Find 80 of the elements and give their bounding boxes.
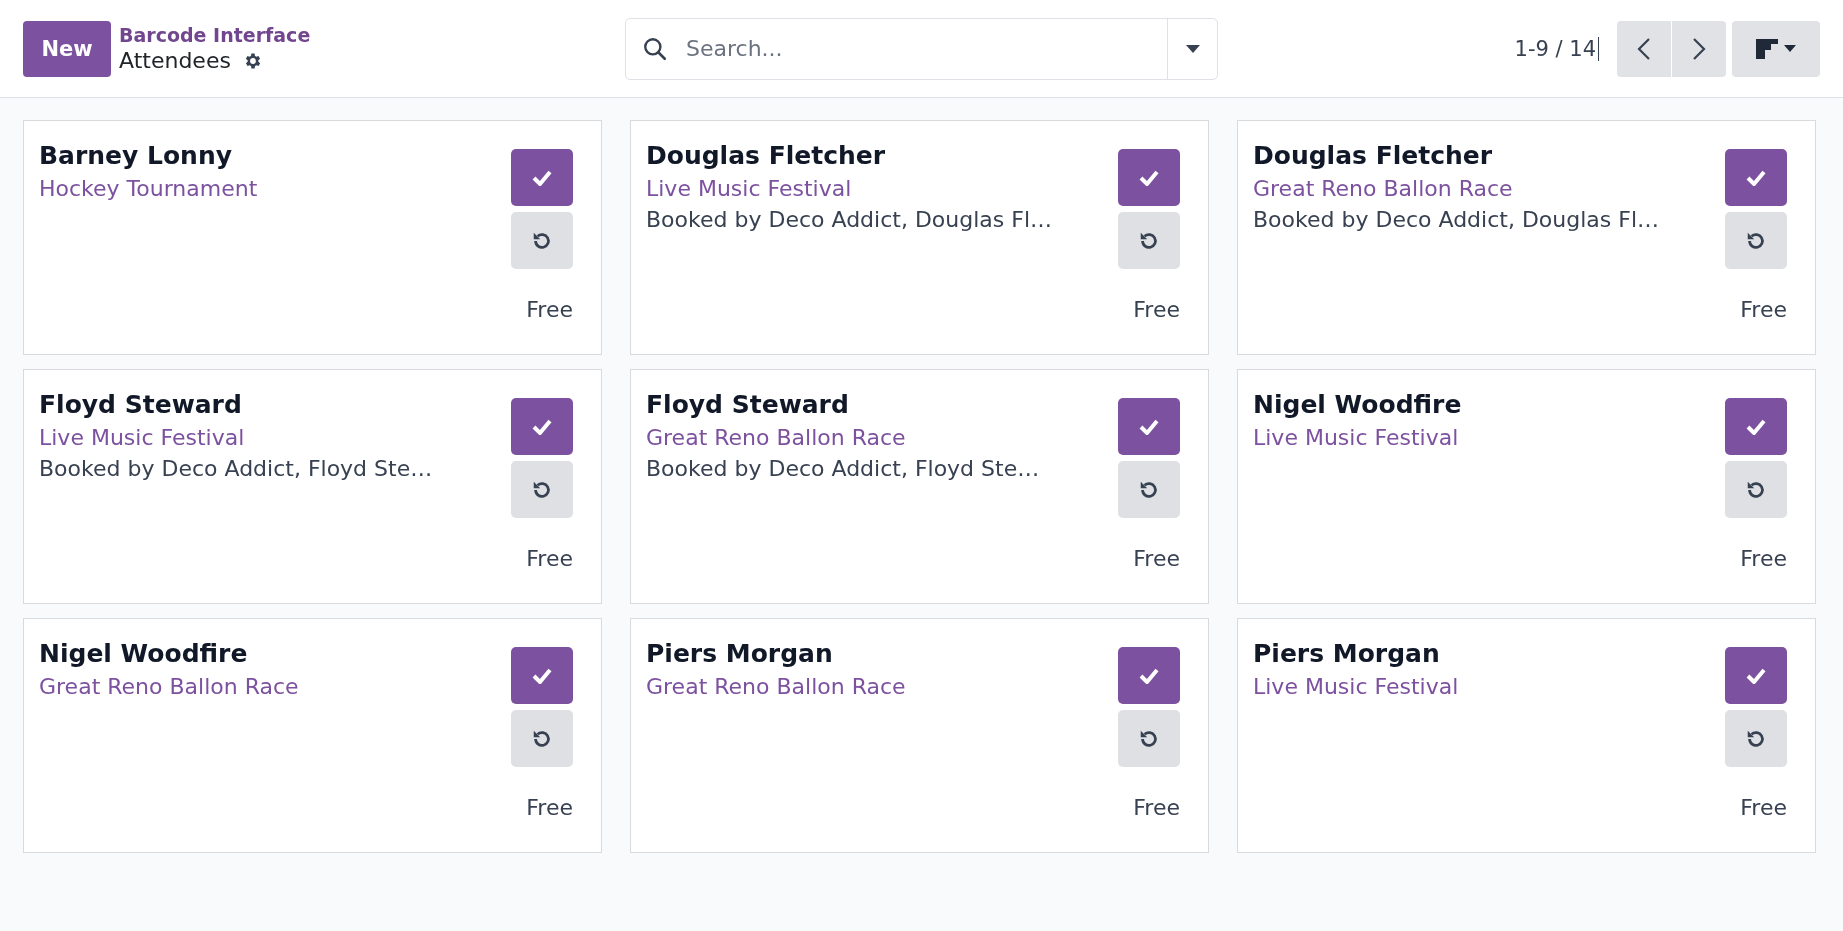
attendee-card[interactable]: Nigel Woodfire Live Music Festival Free bbox=[1237, 369, 1816, 604]
attendee-name: Floyd Steward bbox=[39, 390, 243, 419]
event-link[interactable]: Great Reno Ballon Race bbox=[646, 674, 906, 699]
search-input[interactable]: Search... bbox=[684, 35, 1167, 62]
reset-button[interactable] bbox=[511, 212, 573, 269]
attendee-card[interactable]: Piers Morgan Great Reno Ballon Race Free bbox=[630, 618, 1209, 853]
chevron-right-icon bbox=[1692, 36, 1706, 61]
page-title: Attendees bbox=[119, 48, 231, 73]
attendee-card[interactable]: Floyd Steward Great Reno Ballon Race Booked by Deco Addict, Floyd Ste… Free bbox=[630, 369, 1209, 604]
price-label: Free bbox=[526, 546, 573, 571]
attendee-name: Barney Lonny bbox=[39, 141, 233, 170]
attendee-card[interactable]: Douglas Fletcher Great Reno Ballon Race Booked by Deco Addict, Douglas Fl… Free bbox=[1237, 120, 1816, 355]
reset-button[interactable] bbox=[1725, 710, 1787, 767]
checkmark-icon bbox=[532, 418, 552, 435]
checkmark-icon bbox=[1746, 418, 1766, 435]
booked-by-text: Booked by Deco Addict, Floyd Ste… bbox=[646, 456, 1040, 481]
search-icon bbox=[642, 35, 668, 62]
attendee-name: Nigel Woodfire bbox=[39, 639, 249, 668]
event-link[interactable]: Great Reno Ballon Race bbox=[39, 674, 299, 699]
confirm-button[interactable] bbox=[1118, 398, 1180, 455]
price-label: Free bbox=[1740, 546, 1787, 571]
confirm-button[interactable] bbox=[1725, 149, 1787, 206]
checkmark-icon bbox=[1139, 667, 1159, 684]
confirm-button[interactable] bbox=[1725, 647, 1787, 704]
checkmark-icon bbox=[1746, 169, 1766, 186]
view-switcher-button[interactable] bbox=[1732, 20, 1820, 77]
reset-button[interactable] bbox=[1725, 461, 1787, 518]
reset-button[interactable] bbox=[1725, 212, 1787, 269]
checkmark-icon bbox=[1746, 667, 1766, 684]
checkmark-icon bbox=[1139, 418, 1159, 435]
event-link[interactable]: Great Reno Ballon Race bbox=[646, 425, 1040, 450]
event-link[interactable]: Hockey Tournament bbox=[39, 176, 258, 201]
attendee-name: Nigel Woodfire bbox=[1253, 390, 1462, 419]
attendee-name: Douglas Fletcher bbox=[1253, 141, 1494, 170]
attendee-card[interactable]: Piers Morgan Live Music Festival Free bbox=[1237, 618, 1816, 853]
checkmark-icon bbox=[1139, 169, 1159, 186]
confirm-button[interactable] bbox=[511, 647, 573, 704]
event-link[interactable]: Live Music Festival bbox=[1253, 425, 1462, 450]
checkmark-icon bbox=[532, 667, 552, 684]
price-label: Free bbox=[1740, 297, 1787, 322]
caret-icon bbox=[1784, 45, 1796, 52]
booked-by-text: Booked by Deco Addict, Douglas Fl… bbox=[1253, 207, 1659, 232]
confirm-button[interactable] bbox=[511, 149, 573, 206]
search-bar[interactable]: Search... bbox=[625, 17, 1218, 80]
booked-by-text: Booked by Deco Addict, Douglas Fl… bbox=[646, 207, 1052, 232]
confirm-button[interactable] bbox=[1725, 398, 1787, 455]
price-label: Free bbox=[526, 795, 573, 820]
price-label: Free bbox=[1133, 795, 1180, 820]
caret-icon bbox=[1185, 44, 1200, 53]
reset-button[interactable] bbox=[511, 461, 573, 518]
event-link[interactable]: Live Music Festival bbox=[39, 425, 433, 450]
reset-button[interactable] bbox=[1118, 710, 1180, 767]
price-label: Free bbox=[1740, 795, 1787, 820]
reset-button[interactable] bbox=[1118, 212, 1180, 269]
booked-by-text: Booked by Deco Addict, Floyd Ste… bbox=[39, 456, 433, 481]
reset-button[interactable] bbox=[1118, 461, 1180, 518]
price-label: Free bbox=[526, 297, 573, 322]
event-link[interactable]: Live Music Festival bbox=[1253, 674, 1459, 699]
breadcrumb-link[interactable]: Barcode Interface bbox=[119, 24, 311, 46]
price-label: Free bbox=[1133, 297, 1180, 322]
checkmark-icon bbox=[532, 169, 552, 186]
confirm-button[interactable] bbox=[1118, 647, 1180, 704]
event-link[interactable]: Live Music Festival bbox=[646, 176, 1052, 201]
attendee-name: Douglas Fletcher bbox=[646, 141, 887, 170]
attendee-card[interactable]: Floyd Steward Live Music Festival Booked by Deco Addict, Floyd Ste… Free bbox=[23, 369, 602, 604]
attendee-name: Piers Morgan bbox=[1253, 639, 1441, 668]
kanban-icon bbox=[1756, 38, 1778, 59]
attendee-card[interactable]: Barney Lonny Hockey Tournament Free bbox=[23, 120, 602, 355]
attendee-name: Piers Morgan bbox=[646, 639, 834, 668]
pager-value[interactable]: 1-9 / 14 bbox=[1514, 36, 1599, 61]
confirm-button[interactable] bbox=[1118, 149, 1180, 206]
price-label: Free bbox=[1133, 546, 1180, 571]
new-button[interactable]: New bbox=[23, 20, 111, 77]
attendee-name: Floyd Steward bbox=[646, 390, 850, 419]
chevron-left-icon bbox=[1637, 36, 1651, 61]
reset-button[interactable] bbox=[511, 710, 573, 767]
attendee-card[interactable]: Douglas Fletcher Live Music Festival Booked by Deco Addict, Douglas Fl… Free bbox=[630, 120, 1209, 355]
attendee-card[interactable]: Nigel Woodfire Great Reno Ballon Race Free bbox=[23, 618, 602, 853]
confirm-button[interactable] bbox=[511, 398, 573, 455]
event-link[interactable]: Great Reno Ballon Race bbox=[1253, 176, 1659, 201]
